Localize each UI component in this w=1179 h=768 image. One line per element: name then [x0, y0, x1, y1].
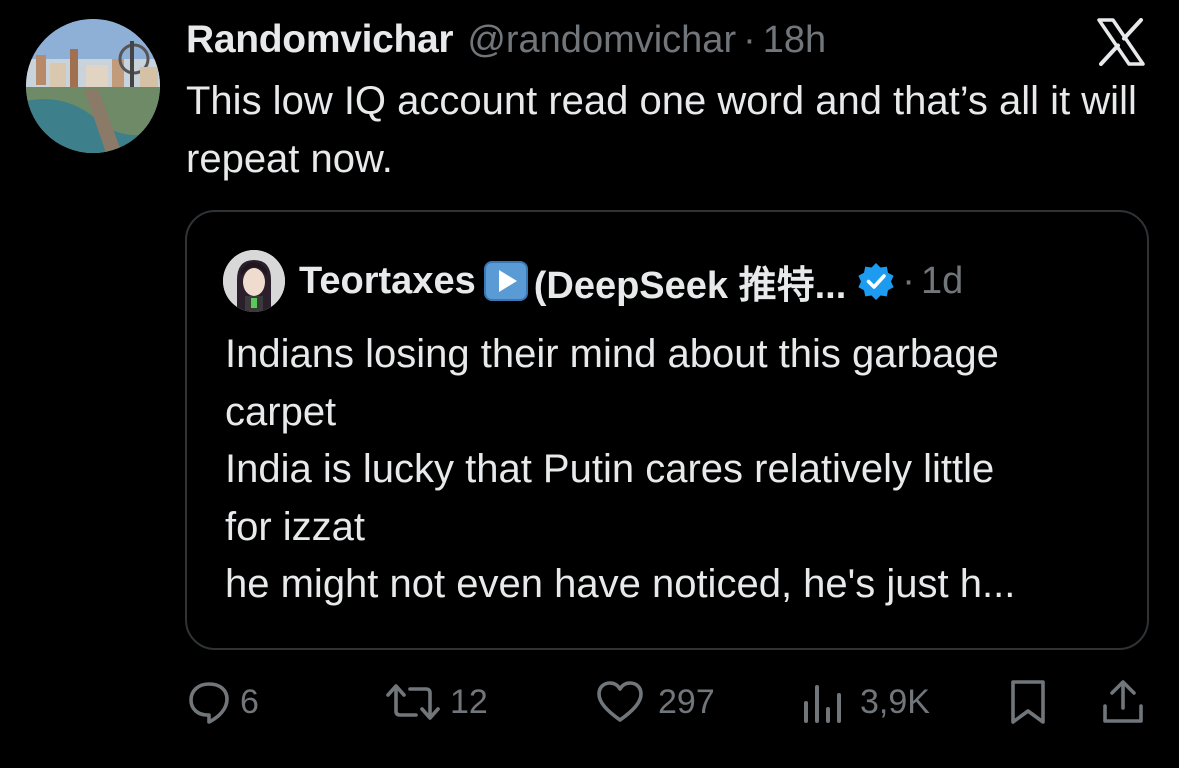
quoted-tweet-time[interactable]: 1d — [921, 260, 963, 303]
x-logo-icon — [1096, 18, 1146, 66]
author-name[interactable]: Randomvichar — [186, 18, 454, 62]
views-button[interactable]: 3,9K — [802, 672, 930, 732]
views-count: 3,9K — [860, 682, 930, 721]
quoted-text-line: India is lucky that Putin cares relative… — [225, 447, 995, 491]
retweet-arrows-icon — [386, 684, 440, 720]
action-bar: 6 12 297 3,9K — [0, 672, 1179, 732]
quoted-text-line: he might not even have noticed, he's jus… — [225, 562, 1016, 606]
play-button-emoji-icon — [483, 261, 528, 301]
quoted-tweet-text: Indians losing their mind about this gar… — [225, 326, 1125, 614]
quoted-author-name-suffix[interactable]: (DeepSeek 推特... — [534, 254, 847, 309]
share-button[interactable] — [1101, 672, 1145, 732]
author-avatar[interactable] — [26, 19, 160, 153]
tweet-text: This low IQ account read one word and th… — [186, 79, 1137, 181]
views-bars-icon — [804, 685, 841, 723]
quoted-text-line: Indians losing their mind about this gar… — [225, 332, 999, 376]
quoted-header-separator: · — [902, 259, 915, 302]
heart-icon — [597, 681, 643, 722]
verified-badge-icon — [858, 263, 894, 300]
tweet-header: Randomvichar @randomvichar · 18h — [186, 14, 826, 66]
reply-button[interactable]: 6 — [186, 672, 259, 732]
quoted-author-name[interactable]: Teortaxes — [299, 260, 476, 303]
header-separator: · — [743, 18, 756, 61]
share-upload-icon — [1103, 680, 1143, 723]
quoted-text-line: for izzat — [225, 504, 366, 549]
like-count: 297 — [658, 682, 715, 721]
tweet-time[interactable]: 18h — [763, 19, 826, 62]
retweet-button[interactable]: 12 — [386, 672, 488, 732]
quoted-tweet-header: Teortaxes (DeepSeek 推特... · 1d — [223, 248, 963, 314]
like-button[interactable]: 297 — [596, 672, 715, 732]
bookmark-button[interactable] — [1009, 672, 1047, 732]
retweet-count: 12 — [450, 682, 488, 721]
author-handle[interactable]: @randomvichar — [467, 19, 736, 62]
quoted-tweet-card[interactable]: Teortaxes (DeepSeek 推特... · 1d Indians l… — [185, 210, 1149, 650]
quoted-author-avatar[interactable] — [223, 250, 285, 312]
bookmark-icon — [1011, 680, 1045, 724]
reply-count: 6 — [240, 682, 259, 721]
reply-bubble-icon — [189, 682, 229, 724]
quoted-text-line: carpet — [225, 389, 337, 434]
